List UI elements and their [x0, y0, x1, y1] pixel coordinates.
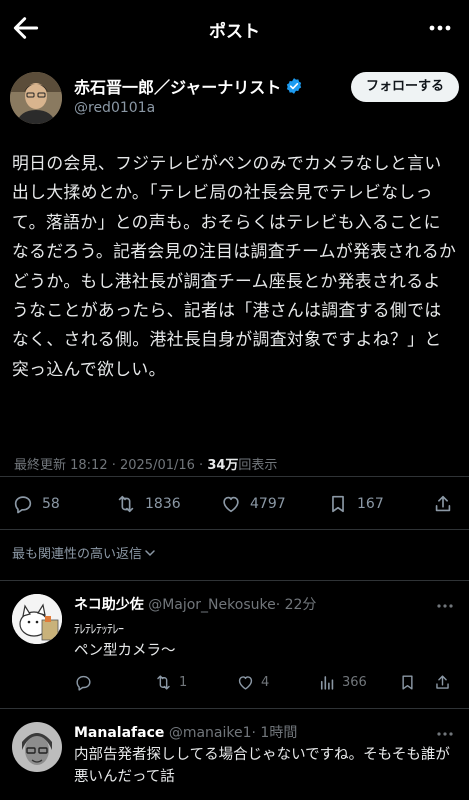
- like-button[interactable]: 4797: [220, 488, 286, 520]
- reply-author-handle: @manaike1: [168, 725, 252, 741]
- views-count: 366: [342, 674, 367, 690]
- reply-author-name[interactable]: Manalaface: [74, 725, 164, 741]
- bookmark-icon: [402, 674, 413, 690]
- divider: [0, 529, 469, 530]
- reply-header: ネコ助少佐 @Major_Nekosuke· 22分: [74, 594, 316, 614]
- reply-icon: [14, 496, 32, 514]
- reply-text-line: ﾃﾚﾃﾚﾃｯﾃﾚｰ: [74, 622, 124, 636]
- repost-button[interactable]: 1836: [115, 488, 181, 520]
- reply-button[interactable]: 58: [12, 488, 60, 520]
- more-options-icon[interactable]: [435, 726, 455, 742]
- repost-icon: [118, 495, 134, 513]
- reply-time: · 22分: [275, 597, 317, 613]
- reply-item[interactable]: ネコ助少佐 @Major_Nekosuke· 22分 ﾃﾚﾃﾚﾃｯﾃﾚｰ ペン型…: [0, 580, 469, 708]
- chevron-down-icon: [145, 549, 155, 556]
- analytics-bar-icon: [320, 675, 334, 690]
- heart-icon: [238, 675, 253, 690]
- reply-avatar[interactable]: [12, 722, 62, 772]
- post-meta: 最終更新 18:12 · 2025/01/16 · 34万回表示: [14, 454, 277, 473]
- divider: [0, 476, 469, 477]
- reply-author-name[interactable]: ネコ助少佐: [74, 597, 144, 613]
- bookmark-count: 167: [357, 496, 384, 512]
- author-avatar[interactable]: [10, 72, 62, 124]
- author-name[interactable]: 赤石晋一郎／ジャーナリスト: [74, 74, 281, 98]
- repost-icon: [157, 674, 170, 690]
- view-label: 回表示: [238, 458, 278, 473]
- reply-actions: 1 4 366: [72, 670, 462, 694]
- repost-button[interactable]: 1: [154, 670, 187, 694]
- more-options-icon[interactable]: [435, 598, 455, 614]
- repost-count: 1836: [145, 496, 181, 512]
- post-timestamp: 最終更新 18:12 · 2025/01/16 ·: [14, 458, 208, 473]
- reply-icon: [76, 675, 91, 691]
- reply-button[interactable]: [74, 670, 93, 694]
- reply-author-handle: @Major_Nekosuke: [148, 597, 276, 613]
- post-author: 赤石晋一郎／ジャーナリスト @red0101a フォローする: [10, 72, 459, 128]
- like-button[interactable]: 4: [236, 670, 269, 694]
- repost-count: 1: [179, 674, 188, 690]
- reply-text: ﾃﾚﾃﾚﾃｯﾃﾚｰ ペン型カメラ〜: [74, 618, 459, 662]
- heart-icon: [223, 496, 239, 513]
- reply-sort-dropdown[interactable]: 最も関連性の高い返信: [12, 543, 156, 562]
- share-button[interactable]: [433, 670, 452, 694]
- top-bar: ポスト: [0, 0, 469, 56]
- reply-sort-label: 最も関連性の高い返信: [12, 547, 143, 562]
- post-actions: 58 1836 4797 167: [0, 488, 469, 520]
- author-handle: @red0101a: [74, 100, 156, 116]
- bookmark-button[interactable]: 167: [327, 488, 384, 520]
- follow-button[interactable]: フォローする: [350, 72, 459, 102]
- reply-text-line: ペン型カメラ〜: [74, 643, 176, 659]
- share-button[interactable]: [432, 488, 454, 520]
- reply-item[interactable]: Manalaface @manaike1· 1時間 内部告発者探ししてる場合じゃ…: [0, 708, 469, 800]
- view-count: 34万: [207, 458, 239, 473]
- reply-header: Manalaface @manaike1· 1時間: [74, 722, 297, 742]
- share-icon: [435, 495, 451, 512]
- views-button[interactable]: 366: [317, 670, 367, 694]
- page-title: ポスト: [209, 22, 260, 42]
- bookmark-button[interactable]: [398, 670, 417, 694]
- bookmark-icon: [332, 495, 344, 513]
- share-icon: [436, 674, 449, 689]
- reply-text: 内部告発者探ししてる場合じゃないですね。そもそも誰が悪いんだって話: [74, 747, 450, 785]
- post-text: 明日の会見、フジテレビがペンのみでカメラなしと言い出し大揉めとか。「テレビ局の社…: [12, 153, 457, 379]
- reply-time: · 1時間: [251, 725, 298, 741]
- verified-badge-icon: [287, 78, 302, 94]
- reply-avatar[interactable]: [12, 594, 62, 644]
- like-count: 4: [261, 674, 270, 690]
- more-options-icon[interactable]: [425, 12, 455, 44]
- like-count: 4797: [250, 496, 286, 512]
- author-name-row: 赤石晋一郎／ジャーナリスト: [74, 74, 303, 98]
- reply-count: 58: [42, 496, 60, 512]
